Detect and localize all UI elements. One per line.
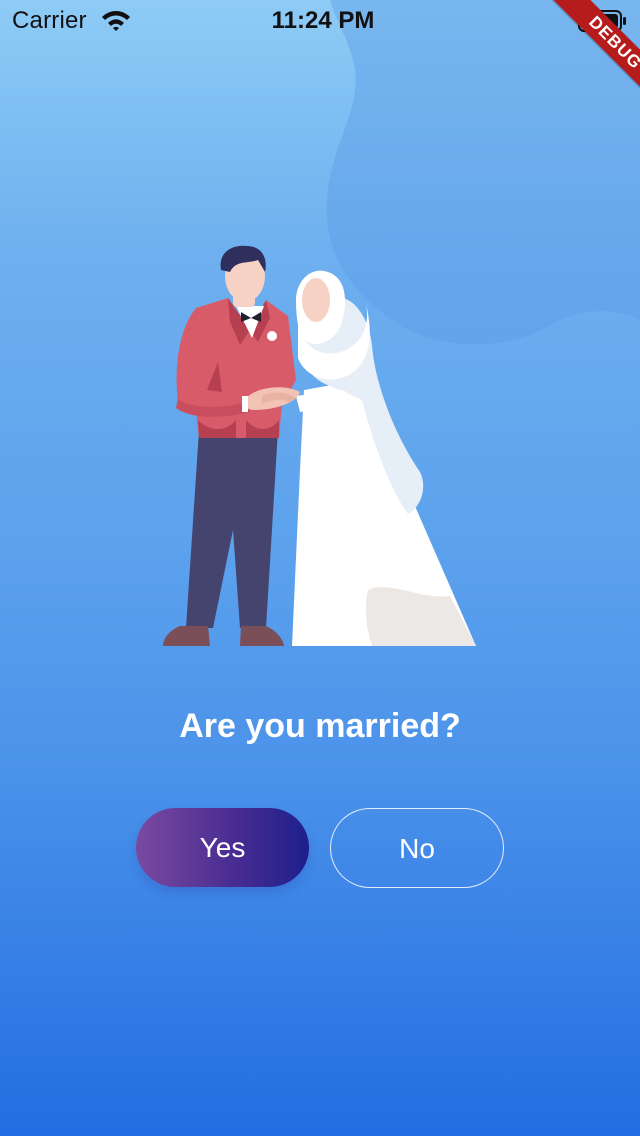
no-button-label: No bbox=[399, 833, 435, 864]
status-bar: Carrier 11:24 PM bbox=[0, 0, 640, 40]
married-question-screen: Carrier 11:24 PM DEBUG Are you married? … bbox=[0, 0, 640, 1136]
yes-button-label: Yes bbox=[199, 832, 246, 863]
married-question: Are you married? bbox=[179, 707, 461, 745]
married-couple-illustration bbox=[163, 245, 476, 646]
status-time: 11:24 PM bbox=[271, 7, 375, 34]
no-button[interactable]: No bbox=[330, 808, 504, 888]
yes-button[interactable]: Yes bbox=[136, 808, 309, 887]
